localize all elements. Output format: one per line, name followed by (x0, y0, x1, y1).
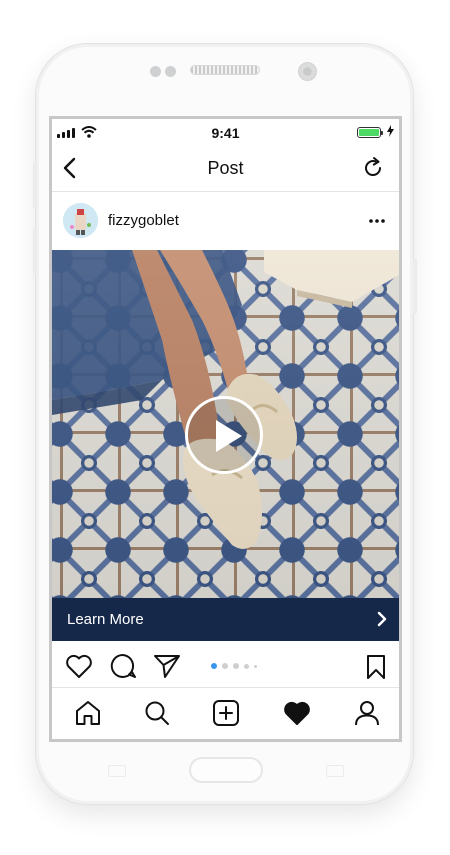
send-icon[interactable] (153, 653, 181, 679)
charging-icon (387, 125, 394, 137)
screen: 9:41 Post fizzygoblet Learn More (49, 116, 402, 742)
heart-filled-icon[interactable] (283, 700, 311, 726)
learn-more-label: Learn More (67, 611, 144, 628)
volume-up-button (33, 162, 37, 208)
back-key (326, 765, 344, 777)
avatar-illustration-icon (63, 203, 98, 238)
post-actions (52, 641, 399, 687)
home-icon[interactable] (74, 700, 102, 726)
profile-icon[interactable] (353, 700, 381, 726)
page-title: Post (207, 158, 244, 178)
home-hardware-button (189, 757, 263, 783)
post-header: fizzygoblet (52, 192, 399, 250)
more-icon[interactable] (369, 219, 385, 223)
bookmark-icon[interactable] (365, 654, 387, 680)
carousel-dot (222, 663, 228, 669)
carousel-dot (254, 664, 257, 668)
play-icon (216, 420, 242, 452)
carousel-dot-active (211, 663, 217, 669)
status-time: 9:41 (211, 125, 240, 141)
avatar[interactable] (63, 203, 98, 238)
search-icon[interactable] (143, 700, 171, 726)
status-bar: 9:41 (52, 119, 399, 147)
carousel-dot (233, 663, 239, 669)
heart-outline-icon[interactable] (65, 653, 93, 679)
navigation-bar: Post (52, 147, 399, 192)
refresh-icon[interactable] (361, 156, 385, 180)
chevron-right-icon (377, 611, 387, 627)
sensor-dot (150, 66, 161, 77)
comment-icon[interactable] (109, 653, 137, 679)
power-button (413, 258, 417, 314)
volume-down-button (33, 228, 37, 274)
play-button[interactable] (185, 396, 263, 474)
post-video[interactable] (52, 250, 399, 598)
sensor-dot (165, 66, 176, 77)
recent-apps-key (108, 765, 126, 777)
battery-icon (357, 127, 383, 138)
earpiece-speaker (190, 65, 260, 75)
learn-more-button[interactable]: Learn More (52, 598, 399, 641)
add-icon[interactable] (212, 700, 240, 726)
bottom-tab-bar (52, 687, 399, 739)
username[interactable]: fizzygoblet (108, 212, 179, 229)
carousel-dot (244, 663, 249, 669)
front-camera (298, 62, 317, 81)
carousel-dots (211, 663, 257, 669)
